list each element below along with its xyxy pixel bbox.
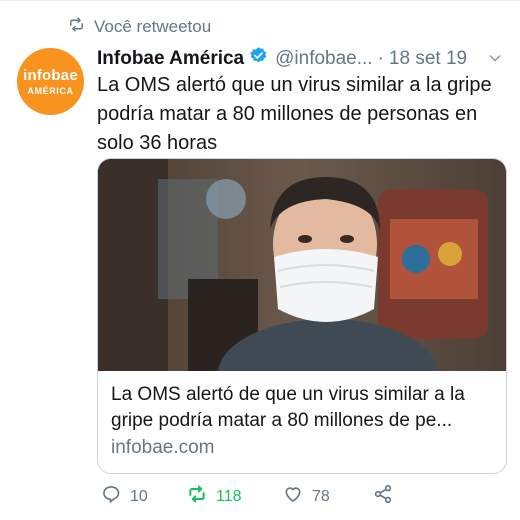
tweet-actions: 10 118 78 <box>97 484 517 512</box>
avatar-logo-text: infobae <box>23 66 78 84</box>
retweet-context: Você retweetou <box>68 16 211 38</box>
reply-button[interactable]: 10 <box>101 484 148 509</box>
avatar-logo-subtext: AMÉRICA <box>27 85 74 96</box>
verified-badge-icon <box>244 46 268 71</box>
link-card[interactable]: La OMS alertó de que un virus similar a … <box>97 158 507 474</box>
retweet-icon <box>68 16 85 38</box>
retweet-context-label: Você retweetou <box>94 17 212 36</box>
tweet-text: La OMS alertó que un virus similar a la … <box>97 74 492 154</box>
tweet-header: Infobae América @infobae... · 18 set 19 <box>97 46 507 71</box>
card-title: La OMS alertó de que un virus similar a … <box>111 384 465 431</box>
reply-count: 10 <box>130 487 148 505</box>
like-count: 78 <box>312 487 330 505</box>
retweet-icon <box>187 484 207 509</box>
share-icon <box>373 484 393 509</box>
separator-dot: · <box>377 47 384 69</box>
reply-icon <box>101 484 121 509</box>
tweet-date[interactable]: 18 set 19 <box>389 48 467 70</box>
like-icon <box>283 484 303 509</box>
author-name[interactable]: Infobae América <box>97 48 244 70</box>
author-handle[interactable]: @infobae... <box>275 48 372 70</box>
retweet-button[interactable]: 118 <box>187 484 242 509</box>
like-button[interactable]: 78 <box>283 484 330 509</box>
card-image <box>98 159 506 371</box>
retweet-count: 118 <box>216 487 242 505</box>
share-button[interactable] <box>373 484 393 509</box>
avatar[interactable]: infobae AMÉRICA <box>17 48 84 115</box>
card-domain: infobae.com <box>111 437 215 458</box>
top-divider <box>0 0 520 1</box>
